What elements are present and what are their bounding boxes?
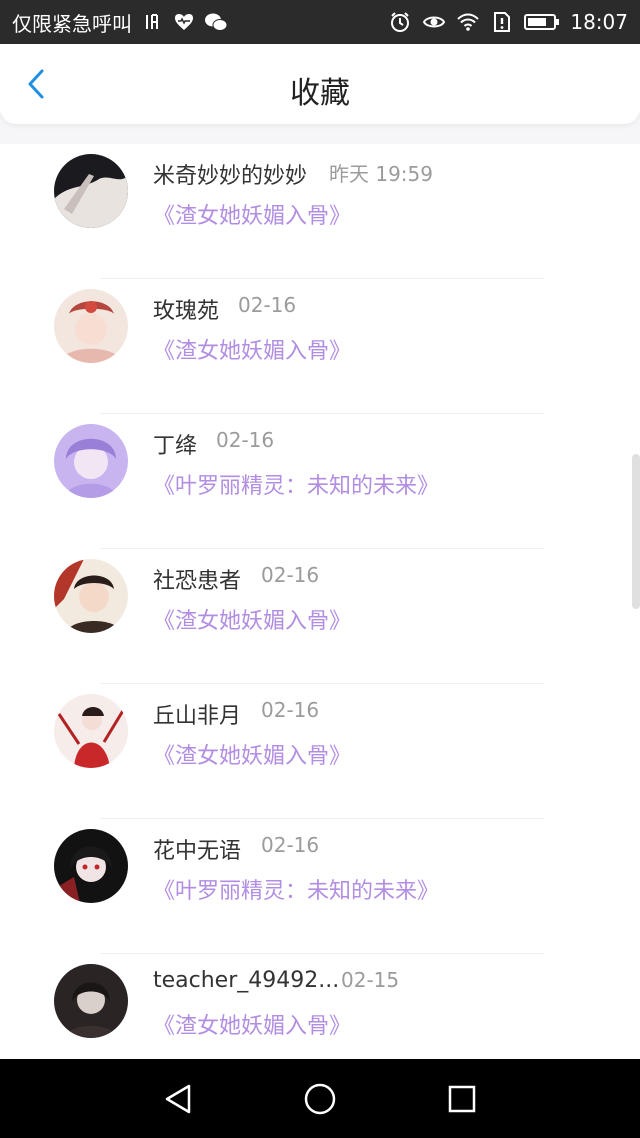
timestamp: 02-16 <box>238 293 297 317</box>
avatar[interactable] <box>54 289 128 363</box>
nav-recents-button[interactable] <box>442 1079 482 1119</box>
user-name: 丁绛 <box>153 434 198 459</box>
timestamp: 02-16 <box>261 833 320 857</box>
book-title-link[interactable]: 《渣女她妖媚入骨》 <box>153 1008 351 1040</box>
wifi-icon <box>456 10 480 34</box>
page-title: 收藏 <box>290 76 350 111</box>
timestamp: 02-16 <box>261 698 320 722</box>
list-item[interactable]: 花中无语 02-16 《叶罗丽精灵：未知的未来》 <box>0 819 640 954</box>
book-title-link[interactable]: 《渣女她妖媚入骨》 <box>153 603 351 635</box>
navigation-bar <box>0 1059 640 1138</box>
sim-alert-icon <box>490 10 514 34</box>
list-item[interactable]: 玫瑰苑 02-16 《渣女她妖媚入骨》 <box>0 279 640 414</box>
timestamp: 02-16 <box>261 563 320 587</box>
alarm-icon <box>388 10 412 34</box>
scrollbar[interactable] <box>632 454 640 609</box>
list-item[interactable]: 米奇妙妙的妙妙 昨天 19:59 《渣女她妖媚入骨》 <box>0 144 640 279</box>
earpiece-icon <box>140 10 164 34</box>
book-title-link[interactable]: 《叶罗丽精灵：未知的未来》 <box>153 873 439 905</box>
list-item[interactable]: 丁绛 02-16 《叶罗丽精灵：未知的未来》 <box>0 414 640 549</box>
circle-home-icon <box>304 1083 336 1115</box>
list-item[interactable]: 社恐患者 02-16 《渣女她妖媚入骨》 <box>0 549 640 684</box>
status-left: 仅限紧急呼叫 <box>12 8 228 37</box>
favorites-list: 米奇妙妙的妙妙 昨天 19:59 《渣女她妖媚入骨》 玫瑰苑 02-16 《渣女… <box>0 144 640 1059</box>
avatar[interactable] <box>54 829 128 903</box>
user-name: teacher_49492... <box>153 968 340 993</box>
status-time: 18:07 <box>570 10 628 34</box>
triangle-back-icon <box>165 1084 191 1114</box>
avatar[interactable] <box>54 424 128 498</box>
book-title-link[interactable]: 《渣女她妖媚入骨》 <box>153 198 351 230</box>
user-name: 米奇妙妙的妙妙 <box>153 164 308 189</box>
wechat-icon <box>204 10 228 34</box>
app-header: 收藏 <box>0 44 640 124</box>
avatar[interactable] <box>54 154 128 228</box>
user-name: 丘山非月 <box>153 704 242 729</box>
nav-home-button[interactable] <box>300 1079 340 1119</box>
status-bar: 仅限紧急呼叫 18:07 <box>0 0 640 44</box>
list-item[interactable]: teacher_49492... 02-15 《渣女她妖媚入骨》 <box>0 954 640 1059</box>
book-title-link[interactable]: 《渣女她妖媚入骨》 <box>153 333 351 365</box>
battery-icon <box>524 10 560 34</box>
status-right: 18:07 <box>388 10 628 34</box>
book-title-link[interactable]: 《叶罗丽精灵：未知的未来》 <box>153 468 439 500</box>
user-name: 社恐患者 <box>153 569 242 594</box>
book-title-link[interactable]: 《渣女她妖媚入骨》 <box>153 738 351 770</box>
user-name: 玫瑰苑 <box>153 299 220 324</box>
heart-icon <box>172 10 196 34</box>
status-left-text: 仅限紧急呼叫 <box>12 11 132 36</box>
avatar[interactable] <box>54 559 128 633</box>
timestamp: 昨天 19:59 <box>329 162 433 186</box>
list-item[interactable]: 丘山非月 02-16 《渣女她妖媚入骨》 <box>0 684 640 819</box>
timestamp: 02-16 <box>216 428 275 452</box>
nav-back-button[interactable] <box>158 1079 198 1119</box>
avatar[interactable] <box>54 964 128 1038</box>
square-recents-icon <box>448 1085 476 1113</box>
timestamp: 02-15 <box>341 968 400 992</box>
avatar[interactable] <box>54 694 128 768</box>
user-name: 花中无语 <box>153 839 242 864</box>
eye-icon <box>422 10 446 34</box>
